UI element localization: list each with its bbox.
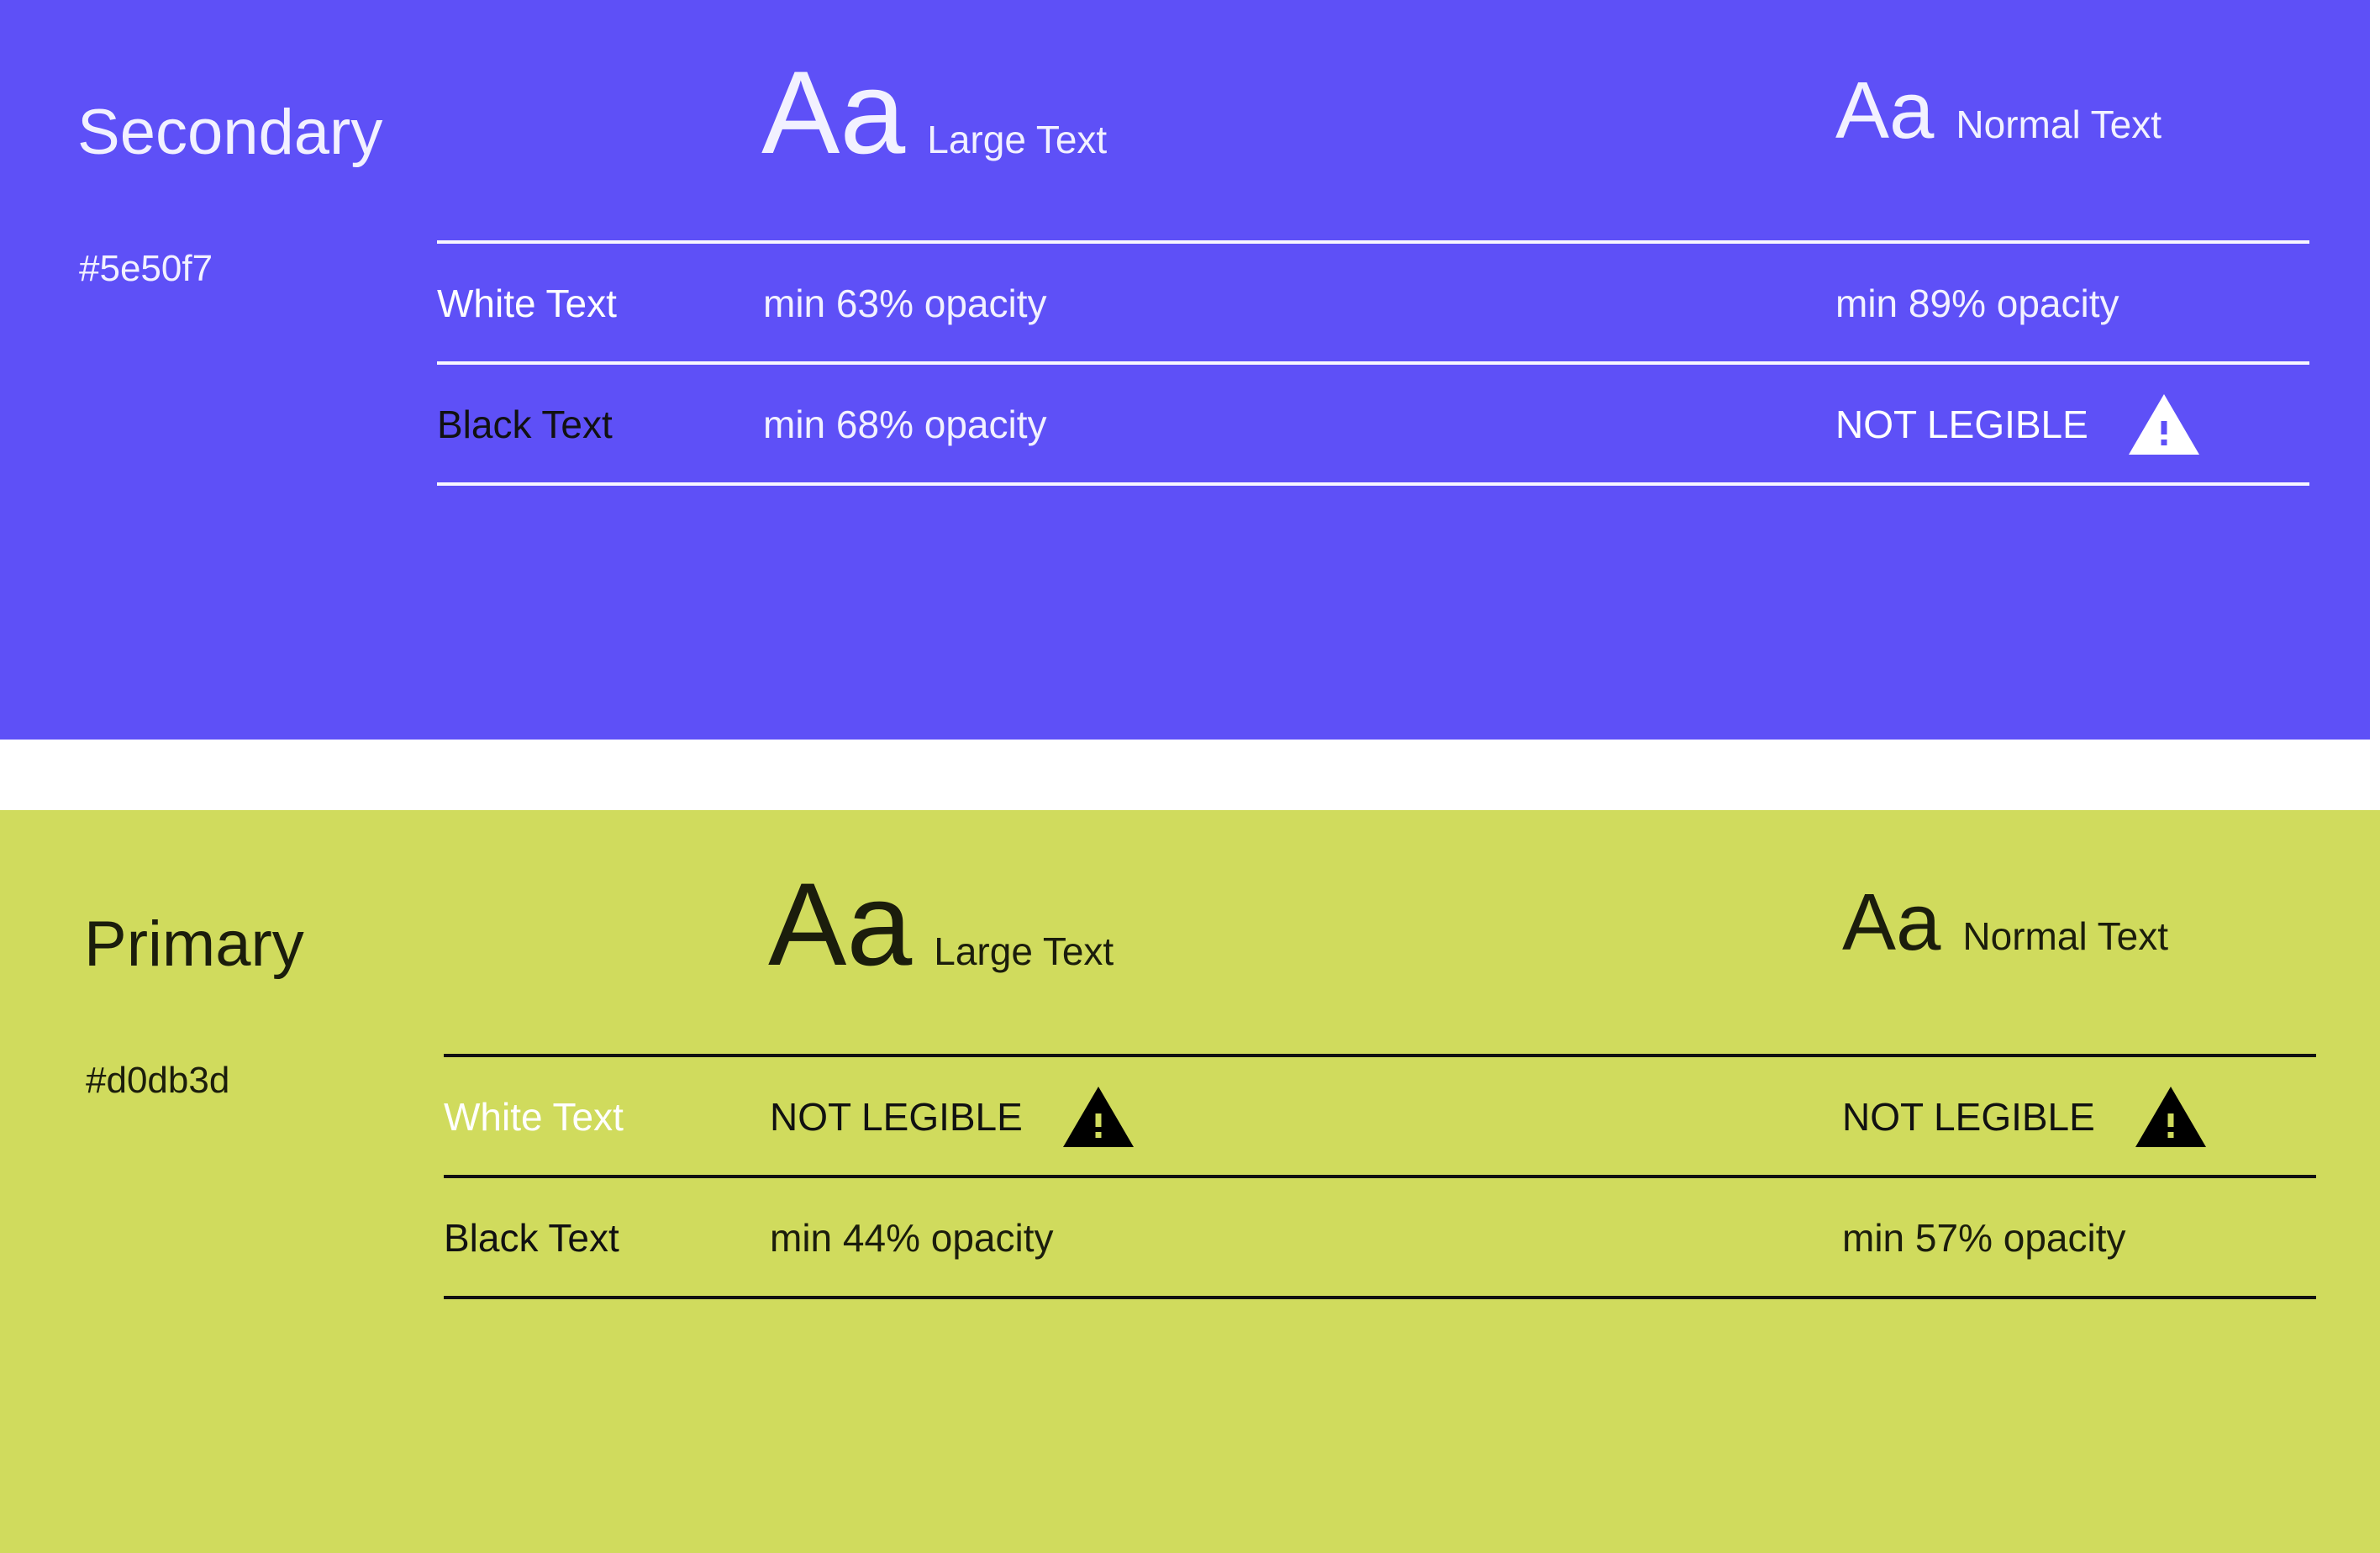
black-text-large-value: min 68% opacity <box>763 403 1047 446</box>
not-legible-label: NOT LEGIBLE <box>1842 1095 2095 1139</box>
secondary-swatch-hex: #5e50f7 <box>79 248 213 289</box>
secondary-normal-text-header: Aa Normal Text <box>1835 71 2161 205</box>
not-legible-label: NOT LEGIBLE <box>770 1095 1023 1139</box>
primary-normal-text-header: Aa Normal Text <box>1842 882 2168 1017</box>
primary-swatch-name: Primary <box>84 908 304 980</box>
warning-icon <box>2127 392 2201 456</box>
primary-swatch-hex: #d0db3d <box>86 1060 230 1101</box>
black-text-large-value: min 44% opacity <box>770 1216 1054 1260</box>
not-legible-label: NOT LEGIBLE <box>1835 403 2088 446</box>
table-divider <box>444 1296 2316 1299</box>
row-label-white-text: White Text <box>437 282 617 325</box>
row-label-white-text: White Text <box>444 1095 624 1139</box>
primary-color-panel: Primary #d0db3d Aa Large Text Aa Normal … <box>0 810 2380 1553</box>
row-label-black-text: Black Text <box>437 403 613 446</box>
normal-text-label: Normal Text <box>1956 103 2161 146</box>
black-text-normal-value: NOT LEGIBLE <box>1835 392 2201 457</box>
normal-text-sample: Aa <box>1842 877 1941 967</box>
table-divider <box>437 361 2309 365</box>
table-divider <box>444 1175 2316 1178</box>
secondary-large-text-header: Aa Large Text <box>761 54 1107 188</box>
large-text-sample: Aa <box>768 858 913 990</box>
secondary-swatch-name: Secondary <box>77 97 383 168</box>
black-text-normal-value: min 57% opacity <box>1842 1216 2126 1260</box>
large-text-label: Large Text <box>934 929 1114 973</box>
large-text-label: Large Text <box>927 118 1108 161</box>
table-divider <box>437 482 2309 486</box>
white-text-normal-value: NOT LEGIBLE <box>1842 1084 2208 1150</box>
white-text-normal-value: min 89% opacity <box>1835 282 2119 325</box>
row-label-black-text: Black Text <box>444 1216 619 1260</box>
secondary-color-panel: Secondary #5e50f7 Aa Large Text Aa Norma… <box>0 0 2370 740</box>
table-divider <box>444 1054 2316 1057</box>
white-text-large-value: NOT LEGIBLE <box>770 1084 1135 1150</box>
warning-icon <box>1061 1085 1135 1149</box>
white-text-large-value: min 63% opacity <box>763 282 1047 325</box>
large-text-sample: Aa <box>761 46 906 178</box>
normal-text-label: Normal Text <box>1962 914 2168 958</box>
warning-icon <box>2134 1085 2208 1149</box>
normal-text-sample: Aa <box>1835 66 1935 155</box>
table-divider <box>437 240 2309 244</box>
primary-large-text-header: Aa Large Text <box>768 866 1114 1000</box>
